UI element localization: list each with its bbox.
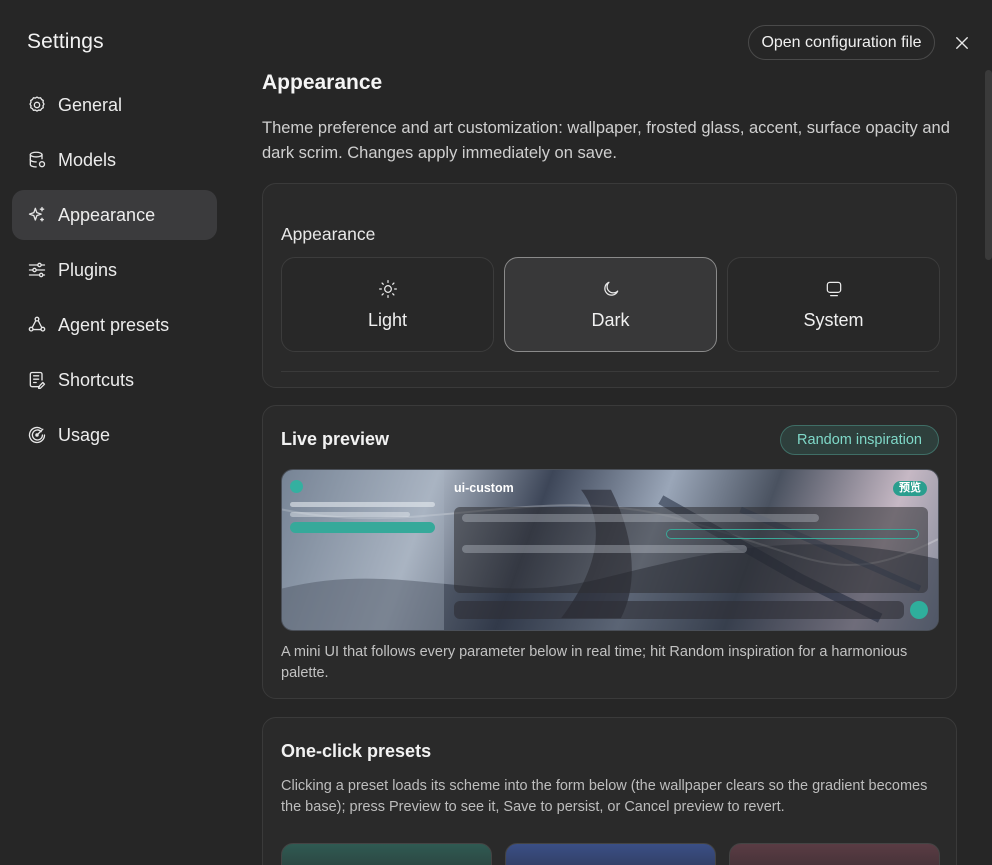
scrollbar-thumb[interactable] — [985, 70, 992, 260]
live-preview-card: Live preview Random inspiration ui-custo… — [262, 405, 957, 699]
database-icon — [27, 150, 47, 170]
close-icon[interactable] — [950, 31, 974, 55]
live-preview-title: Live preview — [281, 429, 390, 449]
preview-accent-bar — [290, 522, 435, 533]
sidebar-nav: General Models Appearance Plugins Agent … — [12, 80, 217, 465]
moon-icon — [601, 279, 621, 304]
preview-caption: A mini UI that follows every parameter b… — [281, 644, 908, 681]
divider — [281, 371, 939, 372]
preset-tile-blue[interactable] — [505, 843, 716, 865]
presets-title: One-click presets — [281, 741, 432, 761]
preview-accent-outline — [666, 529, 919, 539]
page-title: Appearance — [262, 71, 383, 94]
random-inspiration-button[interactable]: Random inspiration — [780, 425, 939, 455]
preset-row — [281, 843, 940, 865]
sidebar-item-plugins[interactable]: Plugins — [12, 245, 217, 295]
preview-placeholder-line — [462, 514, 819, 522]
theme-option-label: Light — [367, 309, 408, 330]
sidebar-item-agent-presets[interactable]: Agent presets — [12, 300, 217, 350]
theme-section-label: Appearance — [281, 224, 376, 244]
theme-card: Appearance Light Dark System — [262, 183, 957, 388]
theme-option-label: System — [803, 309, 864, 330]
sidebar-item-label: Agent presets — [58, 314, 170, 335]
monitor-icon — [824, 279, 844, 304]
gauge-icon — [27, 425, 47, 445]
preview-input — [454, 601, 904, 619]
presets-description: Clicking a preset loads its scheme into … — [281, 778, 928, 815]
sidebar-item-models[interactable]: Models — [12, 135, 217, 185]
theme-option-label: Dark — [591, 309, 630, 330]
sidebar-item-label: Shortcuts — [58, 369, 135, 390]
preview-placeholder-line — [290, 502, 435, 507]
sidebar-item-label: General — [58, 94, 123, 115]
preview-placeholder-line — [462, 545, 747, 553]
notepad-icon — [27, 370, 47, 390]
theme-option-system[interactable]: System — [727, 257, 940, 352]
preset-tile-teal[interactable] — [281, 843, 492, 865]
sidebar-item-usage[interactable]: Usage — [12, 410, 217, 460]
agents-icon — [27, 315, 47, 335]
sidebar-title: Settings — [27, 30, 104, 53]
sidebar-item-label: Plugins — [58, 259, 118, 280]
preview-send-dot — [910, 601, 928, 619]
sidebar-item-appearance[interactable]: Appearance — [12, 190, 217, 240]
preview-sidebar — [282, 470, 444, 630]
page-description: Theme preference and art customization: … — [262, 119, 950, 162]
sidebar-item-label: Usage — [58, 424, 111, 445]
settings-window: Settings General Models Appearance Plugi… — [0, 0, 992, 865]
sparkles-icon — [27, 205, 47, 225]
preview-placeholder-line — [290, 512, 410, 517]
preview-badge: 预览 — [893, 481, 927, 496]
open-config-button[interactable]: Open configuration file — [748, 25, 935, 60]
theme-options: Light Dark System — [281, 257, 940, 352]
sidebar-item-general[interactable]: General — [12, 80, 217, 130]
gear-icon — [27, 95, 47, 115]
sidebar-item-label: Appearance — [58, 204, 156, 225]
sidebar: Settings General Models Appearance Plugi… — [0, 0, 230, 865]
preset-tile-rose[interactable] — [729, 843, 940, 865]
sidebar-item-shortcuts[interactable]: Shortcuts — [12, 355, 217, 405]
preview-mini-ui: ui-custom 预览 — [281, 469, 939, 631]
presets-card: One-click presets Clicking a preset load… — [262, 717, 957, 865]
theme-option-dark[interactable]: Dark — [504, 257, 717, 352]
preview-avatar-dot — [290, 480, 303, 493]
preview-title: ui-custom — [454, 481, 514, 495]
sidebar-item-label: Models — [58, 149, 117, 170]
sliders-icon — [27, 260, 47, 280]
sun-icon — [378, 279, 398, 304]
theme-option-light[interactable]: Light — [281, 257, 494, 352]
